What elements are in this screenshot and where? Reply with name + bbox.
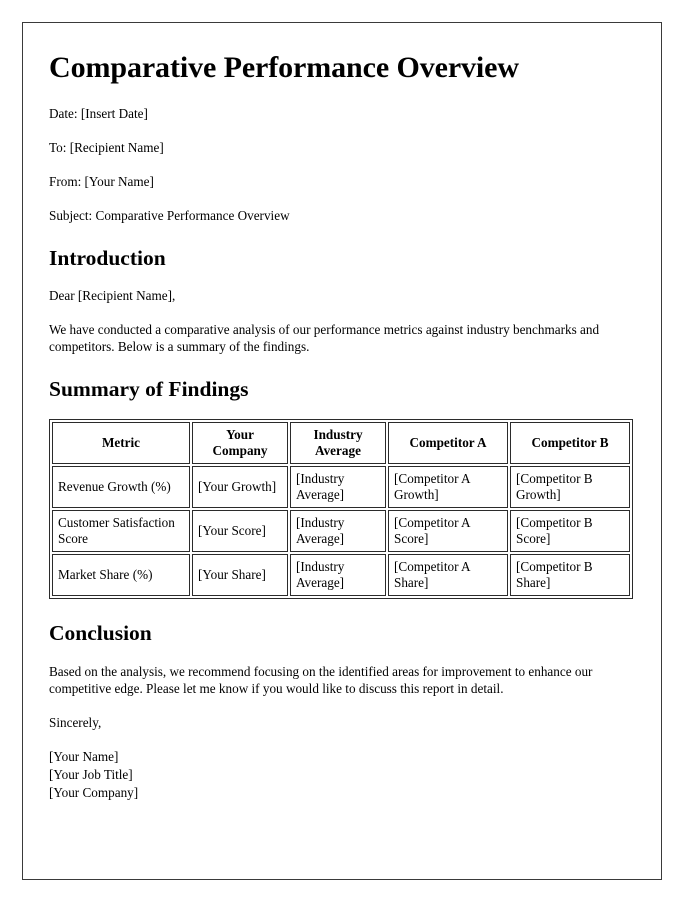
cell-your-company: [Your Share] xyxy=(192,554,288,597)
table-row: Customer Satisfaction Score [Your Score]… xyxy=(52,510,630,553)
section-heading-conclusion: Conclusion xyxy=(49,621,152,646)
column-header-competitor-b: Competitor B xyxy=(510,422,630,465)
cell-industry-average: [Industry Average] xyxy=(290,554,386,597)
table-row: Revenue Growth (%) [Your Growth] [Indust… xyxy=(52,466,630,509)
closing-text: Sincerely, xyxy=(49,714,102,730)
cell-metric: Customer Satisfaction Score xyxy=(52,510,190,553)
cell-your-company: [Your Growth] xyxy=(192,466,288,509)
table-header: Metric Your Company Industry Average Com… xyxy=(52,422,630,465)
document-meta-block: Date: [Insert Date] To: [Recipient Name]… xyxy=(49,106,635,224)
table-body: Revenue Growth (%) [Your Growth] [Indust… xyxy=(52,466,630,597)
signature-name: [Your Name] xyxy=(49,748,119,764)
table-row: Market Share (%) [Your Share] [Industry … xyxy=(52,554,630,597)
meta-line-subject: Subject: Comparative Performance Overvie… xyxy=(49,207,290,223)
section-heading-introduction: Introduction xyxy=(49,245,166,270)
table-header-row: Metric Your Company Industry Average Com… xyxy=(52,422,630,465)
column-header-your-company: Your Company xyxy=(192,422,288,465)
signature-company: [Your Company] xyxy=(49,784,139,800)
introduction-paragraph: We have conducted a comparative analysis… xyxy=(49,322,600,355)
cell-competitor-a: [Competitor A Score] xyxy=(388,510,508,553)
findings-table: Metric Your Company Industry Average Com… xyxy=(49,419,633,600)
meta-line-to: To: [Recipient Name] xyxy=(49,139,164,155)
cell-competitor-b: [Competitor B Score] xyxy=(510,510,630,553)
cell-your-company: [Your Score] xyxy=(192,510,288,553)
salutation-text: Dear [Recipient Name], xyxy=(49,288,176,304)
signature-job-title: [Your Job Title] xyxy=(49,766,133,782)
cell-industry-average: [Industry Average] xyxy=(290,466,386,509)
column-header-industry-average: Industry Average xyxy=(290,422,386,465)
cell-competitor-b: [Competitor B Share] xyxy=(510,554,630,597)
meta-line-date: Date: [Insert Date] xyxy=(49,105,148,121)
cell-competitor-a: [Competitor A Share] xyxy=(388,554,508,597)
cell-metric: Revenue Growth (%) xyxy=(52,466,190,509)
document-page: Comparative Performance Overview Date: [… xyxy=(22,22,662,880)
conclusion-paragraph: Based on the analysis, we recommend focu… xyxy=(49,663,593,696)
cell-competitor-b: [Competitor B Growth] xyxy=(510,466,630,509)
section-heading-summary-of-findings: Summary of Findings xyxy=(49,377,249,402)
cell-competitor-a: [Competitor A Growth] xyxy=(388,466,508,509)
column-header-competitor-a: Competitor A xyxy=(388,422,508,465)
page-title: Comparative Performance Overview xyxy=(49,51,519,84)
signature-block: [Your Name] [Your Job Title] [Your Compa… xyxy=(49,748,635,802)
cell-metric: Market Share (%) xyxy=(52,554,190,597)
document-body: Comparative Performance Overview Date: [… xyxy=(23,23,661,802)
meta-line-from: From: [Your Name] xyxy=(49,173,154,189)
cell-industry-average: [Industry Average] xyxy=(290,510,386,553)
column-header-metric: Metric xyxy=(52,422,190,465)
